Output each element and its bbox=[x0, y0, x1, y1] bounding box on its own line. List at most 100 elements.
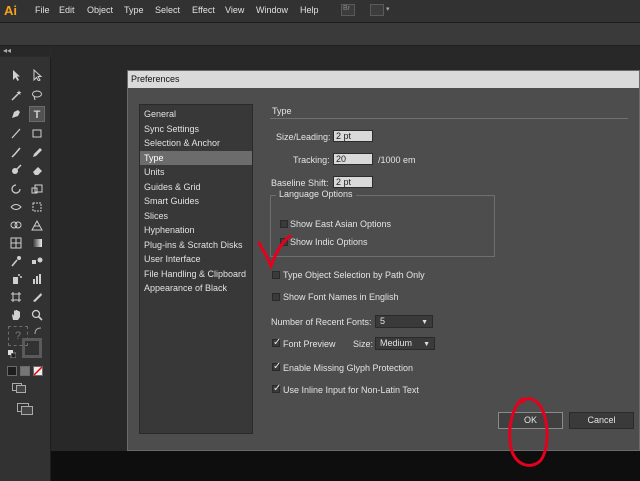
gradient-mode-icon[interactable] bbox=[20, 366, 30, 376]
recent-fonts-value: 5 bbox=[380, 316, 386, 326]
zoom-tool-icon[interactable] bbox=[29, 307, 45, 323]
category-slices[interactable]: Slices bbox=[140, 209, 252, 223]
font-preview-size-value: Medium bbox=[380, 338, 413, 348]
tracking-unit: /1000 em bbox=[378, 155, 416, 165]
missing-glyph-label: Enable Missing Glyph Protection bbox=[283, 363, 414, 373]
font-preview-size-label: Size: bbox=[353, 339, 374, 349]
category-sync-settings[interactable]: Sync Settings bbox=[140, 122, 252, 136]
font-names-english-label: Show Font Names in English bbox=[283, 292, 399, 302]
category-plugins-scratch-disks[interactable]: Plug-ins & Scratch Disks bbox=[140, 238, 252, 252]
category-file-handling-clipboard[interactable]: File Handling & Clipboard bbox=[140, 267, 252, 281]
font-names-english-checkbox[interactable] bbox=[272, 293, 280, 301]
preferences-dialog: Preferences General Sync Settings Select… bbox=[127, 70, 640, 451]
checkmark-icon: ✓ bbox=[273, 337, 282, 348]
pen-tool-icon[interactable] bbox=[8, 106, 24, 122]
pencil-tool-icon[interactable] bbox=[29, 144, 45, 160]
menu-effect[interactable]: Effect bbox=[192, 5, 215, 15]
line-segment-tool-icon[interactable] bbox=[8, 125, 24, 141]
arrange-documents-icon[interactable] bbox=[370, 4, 384, 16]
size-leading-label: Size/Leading: bbox=[276, 132, 331, 142]
recent-fonts-select[interactable]: 5 ▼ bbox=[375, 315, 433, 328]
east-asian-checkbox[interactable] bbox=[280, 220, 288, 228]
magic-wand-tool-icon[interactable] bbox=[8, 87, 24, 103]
bridge-icon[interactable]: Br bbox=[341, 4, 355, 16]
category-general[interactable]: General bbox=[140, 107, 252, 121]
cancel-button[interactable]: Cancel bbox=[569, 412, 634, 429]
app-logo: Ai bbox=[4, 3, 17, 18]
selection-tool-icon[interactable] bbox=[8, 67, 24, 83]
indic-checkbox[interactable]: ✓ bbox=[280, 236, 290, 247]
slice-tool-icon[interactable] bbox=[29, 289, 45, 305]
dialog-title: Preferences bbox=[131, 74, 180, 84]
free-transform-tool-icon[interactable] bbox=[29, 199, 45, 215]
paintbrush-tool-icon[interactable] bbox=[8, 144, 24, 160]
section-divider bbox=[270, 118, 628, 119]
category-user-interface[interactable]: User Interface bbox=[140, 252, 252, 266]
menu-view[interactable]: View bbox=[225, 5, 244, 15]
dialog-title-bar[interactable]: Preferences bbox=[128, 71, 639, 88]
bridge-icon-label: Br bbox=[343, 5, 350, 12]
font-preview-label: Font Preview bbox=[283, 339, 336, 349]
category-guides-grid[interactable]: Guides & Grid bbox=[140, 180, 252, 194]
category-units[interactable]: Units bbox=[140, 165, 252, 179]
font-preview-size-select[interactable]: Medium ▼ bbox=[375, 337, 435, 350]
menu-file[interactable]: File bbox=[35, 5, 50, 15]
blob-brush-tool-icon[interactable] bbox=[8, 162, 24, 178]
canvas-pasteboard bbox=[51, 451, 640, 481]
default-colors-icon[interactable] bbox=[8, 350, 17, 359]
category-type[interactable]: Type bbox=[140, 150, 252, 165]
tracking-label: Tracking: bbox=[293, 155, 330, 165]
checkmark-icon: ✓ bbox=[281, 236, 290, 247]
tracking-field[interactable]: 20 bbox=[333, 153, 373, 165]
menu-type[interactable]: Type bbox=[124, 5, 144, 15]
lasso-tool-icon[interactable] bbox=[29, 87, 45, 103]
rectangle-tool-icon[interactable] bbox=[29, 125, 45, 141]
mesh-tool-icon[interactable] bbox=[8, 235, 24, 251]
type-object-selection-checkbox[interactable] bbox=[272, 271, 280, 279]
menu-help[interactable]: Help bbox=[300, 5, 319, 15]
gradient-tool-icon[interactable] bbox=[29, 235, 45, 251]
inline-input-checkbox[interactable]: ✓ bbox=[272, 384, 281, 394]
menu-select[interactable]: Select bbox=[155, 5, 180, 15]
font-preview-checkbox[interactable]: ✓ bbox=[272, 337, 282, 348]
section-title: Type bbox=[272, 106, 292, 116]
symbol-sprayer-tool-icon[interactable] bbox=[8, 271, 24, 287]
eraser-tool-icon[interactable] bbox=[29, 162, 45, 178]
draw-normal-icon[interactable] bbox=[12, 383, 26, 393]
column-graph-tool-icon[interactable] bbox=[29, 271, 45, 287]
chevron-down-icon[interactable]: ▾ bbox=[386, 5, 390, 13]
category-selection-anchor-display[interactable]: Selection & Anchor Display bbox=[140, 136, 252, 162]
baseline-shift-label: Baseline Shift: bbox=[271, 178, 329, 188]
category-smart-guides[interactable]: Smart Guides bbox=[140, 194, 252, 208]
width-tool-icon[interactable] bbox=[8, 199, 24, 215]
type-tool-icon[interactable]: T bbox=[29, 106, 45, 122]
size-leading-field[interactable]: 2 pt bbox=[333, 130, 373, 142]
artboard-tool-icon[interactable] bbox=[8, 289, 24, 305]
swap-fill-stroke-icon[interactable] bbox=[34, 327, 42, 335]
perspective-grid-tool-icon[interactable] bbox=[29, 217, 45, 233]
chevron-down-icon: ▼ bbox=[421, 319, 428, 326]
baseline-shift-field[interactable]: 2 pt bbox=[333, 176, 373, 188]
menu-edit[interactable]: Edit bbox=[59, 5, 75, 15]
stroke-swatch[interactable] bbox=[22, 338, 42, 358]
category-hyphenation[interactable]: Hyphenation bbox=[140, 223, 252, 237]
eyedropper-tool-icon[interactable] bbox=[8, 253, 24, 269]
recent-fonts-label: Number of Recent Fonts: bbox=[271, 317, 372, 327]
control-bar bbox=[0, 23, 640, 46]
inline-input-label: Use Inline Input for Non-Latin Text bbox=[283, 385, 419, 395]
hand-tool-icon[interactable] bbox=[8, 307, 24, 323]
color-mode-icon[interactable] bbox=[7, 366, 17, 376]
blend-tool-icon[interactable] bbox=[29, 253, 45, 269]
none-mode-icon[interactable] bbox=[33, 366, 43, 376]
category-appearance-of-black[interactable]: Appearance of Black bbox=[140, 281, 252, 295]
missing-glyph-checkbox[interactable]: ✓ bbox=[272, 362, 281, 372]
menu-window[interactable]: Window bbox=[256, 5, 288, 15]
ok-button[interactable]: OK bbox=[498, 412, 563, 429]
scale-tool-icon[interactable] bbox=[29, 181, 45, 197]
direct-selection-tool-icon[interactable] bbox=[29, 67, 45, 83]
menu-object[interactable]: Object bbox=[87, 5, 113, 15]
screen-mode-icon[interactable] bbox=[17, 403, 33, 415]
shape-builder-tool-icon[interactable] bbox=[8, 217, 24, 233]
rotate-tool-icon[interactable] bbox=[8, 181, 24, 197]
collapse-panel-icon[interactable]: ◂◂ bbox=[3, 46, 11, 55]
